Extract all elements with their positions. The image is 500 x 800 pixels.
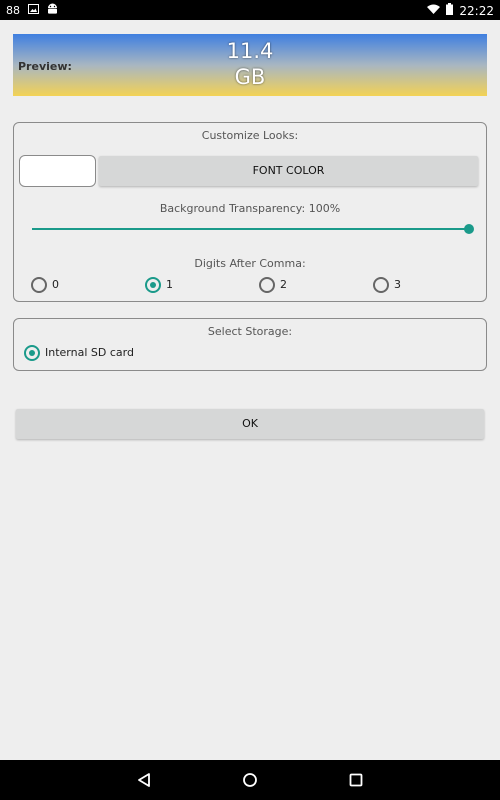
storage-title: Select Storage: xyxy=(207,325,293,338)
transparency-label: Background Transparency: 100% xyxy=(159,202,341,215)
transparency-slider-track[interactable] xyxy=(32,228,469,230)
digits-label-2: 2 xyxy=(280,278,287,291)
notification-count: 88 xyxy=(6,4,20,17)
digits-radio-2[interactable] xyxy=(259,277,275,293)
ok-button[interactable]: OK xyxy=(16,409,484,439)
digits-radio-1[interactable] xyxy=(145,277,161,293)
preview-size-value: 11.4 xyxy=(226,39,274,63)
digits-label-1: 1 xyxy=(166,278,173,291)
transparency-slider-thumb[interactable] xyxy=(464,224,474,234)
preview-banner: Preview: 11.4 GB xyxy=(13,34,487,96)
digits-label-3: 3 xyxy=(394,278,401,291)
recents-icon[interactable] xyxy=(348,772,364,788)
preview-size-unit: GB xyxy=(234,65,266,89)
status-bar-right: 22:22 xyxy=(427,3,494,18)
digits-label-0: 0 xyxy=(52,278,59,291)
digits-radio-0[interactable] xyxy=(31,277,47,293)
preview-value: 11.4 GB xyxy=(13,38,487,90)
font-color-button[interactable]: FONT COLOR xyxy=(99,156,478,186)
storage-radio-internal[interactable] xyxy=(24,345,40,361)
color-swatch[interactable] xyxy=(19,155,96,187)
storage-label-internal: Internal SD card xyxy=(45,346,134,359)
status-time: 22:22 xyxy=(459,3,494,18)
back-icon[interactable] xyxy=(136,772,152,788)
customize-panel: Customize Looks: FONT COLOR Background T… xyxy=(13,122,487,302)
image-icon xyxy=(28,4,39,17)
status-bar-left: 88 xyxy=(6,3,58,18)
battery-icon xyxy=(446,3,454,18)
wifi-icon xyxy=(427,4,441,17)
android-icon xyxy=(47,3,58,18)
digits-title: Digits After Comma: xyxy=(194,257,306,270)
status-bar: 88 22:22 xyxy=(0,0,500,20)
customize-title: Customize Looks: xyxy=(201,129,299,142)
home-icon[interactable] xyxy=(242,772,258,788)
digits-radio-3[interactable] xyxy=(373,277,389,293)
navigation-bar xyxy=(0,760,500,800)
storage-panel: Select Storage: Internal SD card xyxy=(13,318,487,371)
